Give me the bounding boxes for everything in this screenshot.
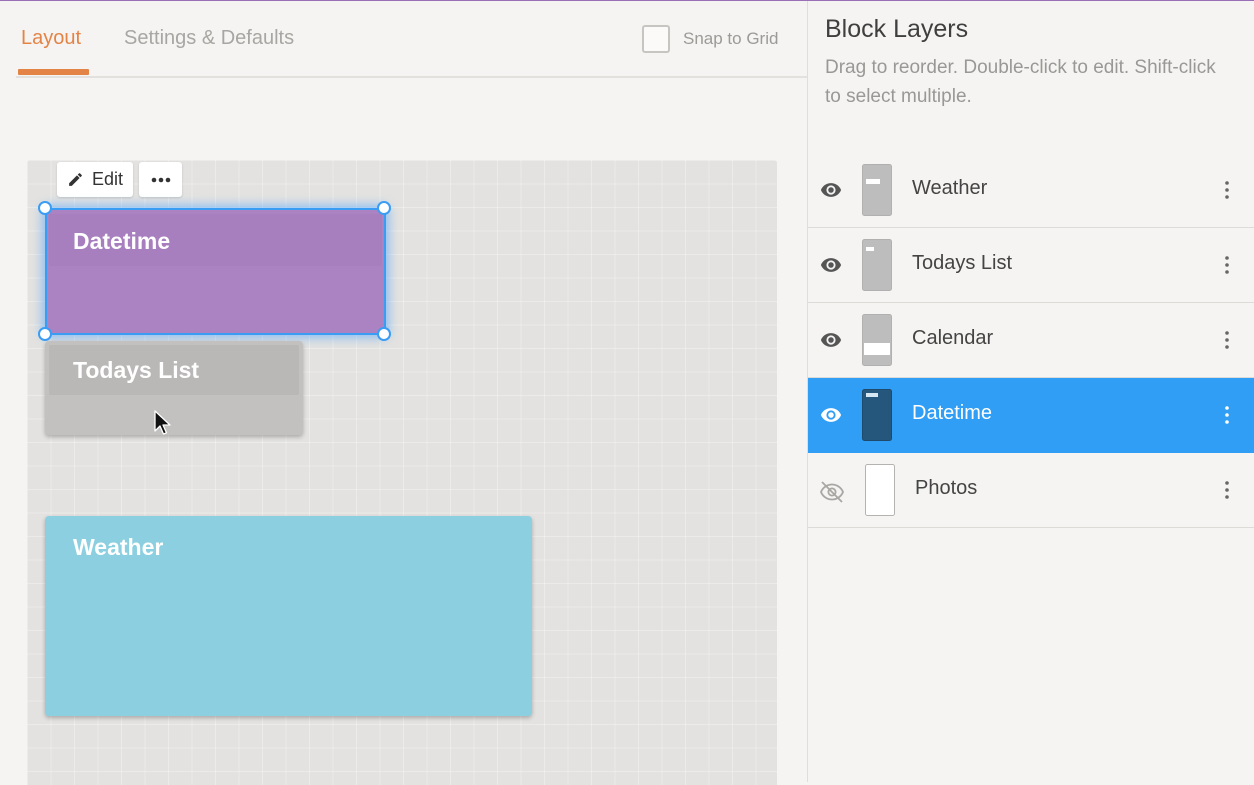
resize-handle-bottom-right[interactable] bbox=[377, 327, 391, 341]
block-weather-title: Weather bbox=[73, 534, 164, 560]
tab-bar-divider bbox=[16, 76, 807, 78]
mouse-pointer-icon bbox=[154, 410, 171, 435]
snap-to-grid-label: Snap to Grid bbox=[683, 29, 779, 48]
layer-item-datetime[interactable]: Datetime bbox=[808, 378, 1254, 453]
tab-layout[interactable]: Layout bbox=[21, 27, 81, 50]
layer-item-photos[interactable]: Photos bbox=[808, 453, 1254, 528]
eye-icon[interactable] bbox=[819, 404, 843, 426]
eye-icon[interactable] bbox=[819, 179, 843, 201]
resize-handle-top-right[interactable] bbox=[377, 201, 391, 215]
block-weather[interactable]: Weather bbox=[45, 516, 532, 716]
panel-description: Drag to reorder. Double-click to edit. S… bbox=[825, 57, 1216, 107]
layer-item-todays-list[interactable]: Todays List bbox=[808, 228, 1254, 303]
more-vertical-icon[interactable] bbox=[1224, 329, 1230, 351]
eye-icon[interactable] bbox=[819, 254, 843, 276]
snap-to-grid-checkbox[interactable] bbox=[642, 25, 670, 53]
layer-name: Datetime bbox=[912, 402, 993, 424]
block-datetime[interactable]: Datetime bbox=[45, 208, 386, 335]
layer-name: Photos bbox=[915, 477, 978, 499]
layer-thumbnail-calendar bbox=[862, 314, 892, 366]
layer-item-weather[interactable]: Weather bbox=[808, 153, 1254, 228]
eye-off-icon[interactable] bbox=[819, 479, 845, 503]
resize-handle-bottom-left[interactable] bbox=[38, 327, 52, 341]
more-vertical-icon[interactable] bbox=[1224, 479, 1230, 501]
pencil-icon bbox=[69, 173, 82, 186]
more-vertical-icon[interactable] bbox=[1224, 254, 1230, 276]
layer-thumbnail-datetime bbox=[862, 389, 892, 441]
layer-item-calendar[interactable]: Calendar bbox=[808, 303, 1254, 378]
more-vertical-icon[interactable] bbox=[1224, 404, 1230, 426]
snap-to-grid-toggle[interactable]: Snap to Grid bbox=[642, 23, 778, 55]
block-more-options-button[interactable] bbox=[139, 162, 182, 197]
tab-bar: Layout Settings & Defaults Snap to Grid bbox=[0, 1, 807, 78]
tab-settings-defaults[interactable]: Settings & Defaults bbox=[124, 27, 294, 50]
active-tab-indicator bbox=[18, 69, 89, 75]
block-todays-list[interactable]: Todays List bbox=[45, 341, 303, 435]
more-horizontal-icon bbox=[151, 177, 170, 182]
layer-thumbnail-todays-list bbox=[862, 239, 892, 291]
panel-title: Block Layers bbox=[825, 15, 969, 43]
layer-name: Todays List bbox=[912, 252, 1013, 274]
eye-icon[interactable] bbox=[819, 329, 843, 351]
more-vertical-icon[interactable] bbox=[1224, 179, 1230, 201]
edit-button-label: Edit bbox=[91, 169, 124, 189]
layer-thumbnail-weather bbox=[862, 164, 892, 216]
resize-handle-top-left[interactable] bbox=[38, 201, 52, 215]
layer-name: Calendar bbox=[912, 327, 994, 349]
layer-name: Weather bbox=[912, 177, 988, 199]
layer-thumbnail-photos bbox=[865, 464, 895, 516]
edit-block-button[interactable]: Edit bbox=[57, 162, 133, 197]
block-todays-list-title: Todays List bbox=[73, 357, 200, 383]
block-layers-panel: Block Layers Drag to reorder. Double-cli… bbox=[807, 1, 1254, 782]
block-datetime-title: Datetime bbox=[73, 228, 171, 254]
